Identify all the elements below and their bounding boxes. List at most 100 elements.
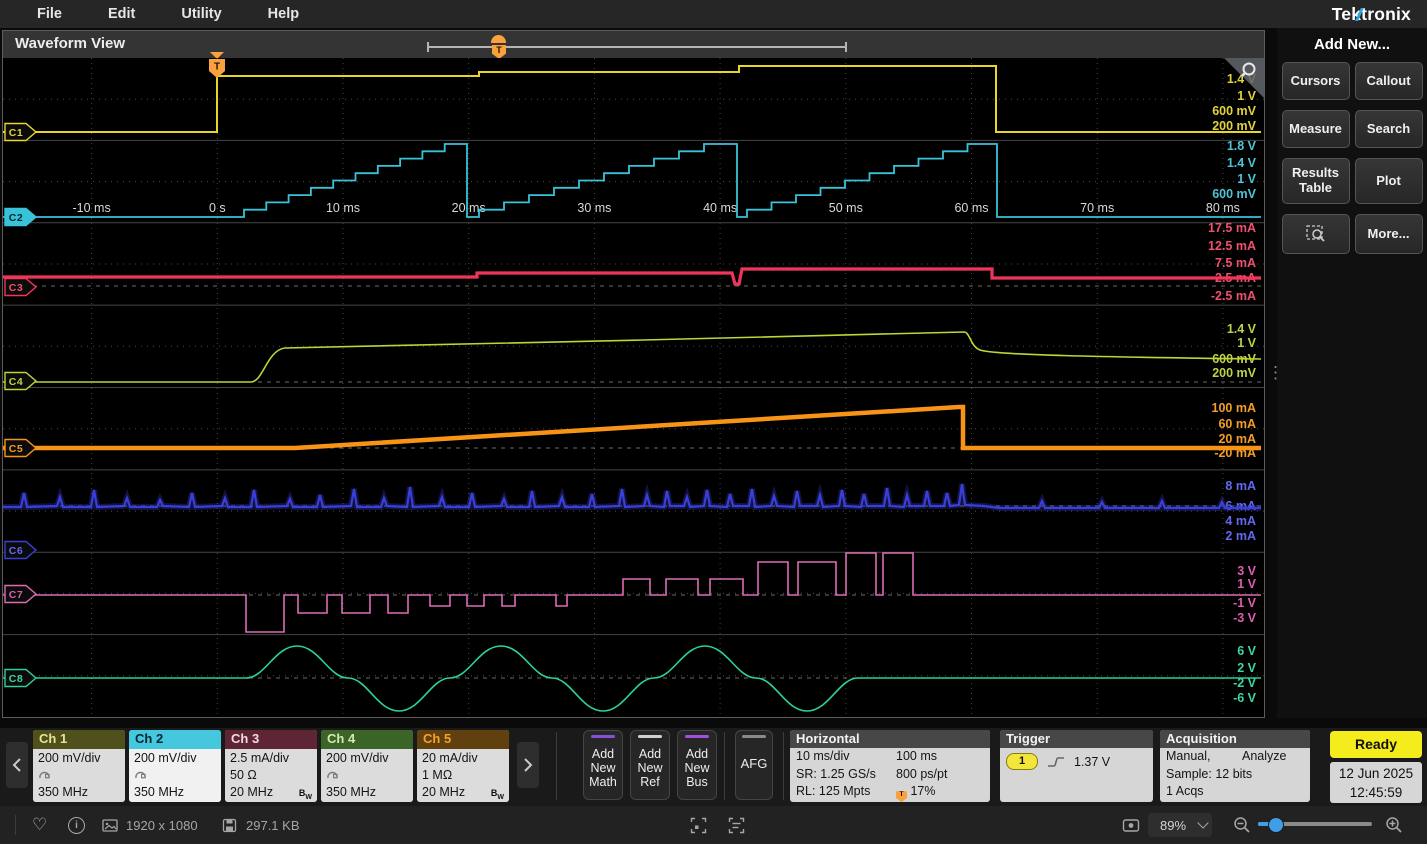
add-new-channel-buttons: AddNewMathAddNewRefAddNewBus — [583, 730, 717, 800]
c1-trace — [3, 66, 1261, 132]
chevron-down-icon — [1197, 817, 1208, 828]
channel-bandwidth: 350 MHz — [326, 784, 408, 801]
image-icon — [102, 806, 118, 844]
channel-scale: 200 mV/div — [326, 750, 408, 767]
channel-tag-c4[interactable]: C4 — [5, 373, 36, 390]
add-new-search-button[interactable]: Search — [1355, 110, 1423, 148]
resolution-text: 1920 x 1080 — [126, 806, 198, 844]
trigger-position-icon: T — [896, 791, 907, 802]
afg-label: AFG — [741, 756, 768, 771]
waveform-traces-layer: C1 C2 C3 C4 C5 C6 C7 C8 T — [3, 58, 1264, 717]
ready-status-button[interactable]: Ready — [1330, 731, 1422, 758]
horizontal-record-length: RL: 125 Mpts — [796, 783, 896, 802]
channel-tag-c1[interactable]: C1 — [5, 124, 36, 141]
channel-tag-c7[interactable]: C7 — [5, 586, 36, 603]
svg-text:C7: C7 — [9, 589, 23, 601]
control-bar: Ch 1200 mV/div350 MHzCh 2200 mV/div350 M… — [0, 728, 1427, 806]
channel-probe — [326, 767, 408, 784]
text-scan-icon — [728, 817, 745, 834]
channel-tag-c6[interactable]: C6 — [5, 542, 36, 559]
file-size-text: 297.1 KB — [246, 806, 300, 844]
add-new-measure-button[interactable]: Measure — [1282, 110, 1350, 148]
horizontal-panel-title: Horizontal — [790, 730, 990, 748]
add-new-callout-button[interactable]: Callout — [1355, 62, 1423, 100]
channel-badge-ch2[interactable]: Ch 2200 mV/div350 MHz — [129, 730, 221, 802]
add-new-results-table-button[interactable]: Results Table — [1282, 158, 1350, 204]
add-new-ref-button[interactable]: AddNewRef — [630, 730, 670, 800]
add-new-plot-button[interactable]: Plot — [1355, 158, 1423, 204]
add-new-buttons: CursorsCalloutMeasureSearchResults Table… — [1277, 62, 1427, 204]
channel-badge-title: Ch 5 — [417, 730, 509, 749]
c5-trace — [3, 407, 1261, 448]
menu-utility[interactable]: Utility — [158, 6, 244, 22]
horizontal-position-bar[interactable] — [427, 46, 847, 48]
zoom-slider[interactable] — [1258, 822, 1372, 826]
fit-to-window-button[interactable] — [1122, 806, 1140, 844]
crop-button[interactable] — [690, 806, 707, 844]
rising-edge-icon — [1046, 755, 1066, 769]
c4-trace — [3, 332, 1261, 382]
acquisition-count: 1 Acqs — [1166, 783, 1304, 801]
zoom-percent-dropdown[interactable]: 89% — [1148, 813, 1212, 837]
channel-probe — [134, 767, 216, 784]
chevron-right-icon — [523, 757, 533, 773]
trigger-panel[interactable]: Trigger 1 1.37 V — [1000, 730, 1153, 802]
horizontal-window: 100 ms — [896, 748, 984, 766]
channel-bandwidth: 350 MHz — [38, 784, 120, 801]
channel-tag-c2[interactable]: C2 — [5, 209, 36, 226]
channel-tag-c8[interactable]: C8 — [5, 670, 36, 687]
afg-button[interactable]: AFG — [735, 730, 773, 800]
channel-badge-ch3[interactable]: Ch 32.5 mA/div50 Ω20 MHzBW — [225, 730, 317, 802]
info-button[interactable]: i — [68, 806, 85, 844]
menu-bar: FileEditUtilityHelp Tektronix — [0, 0, 1427, 28]
scroll-left-button[interactable] — [6, 742, 28, 788]
zoom-area-button[interactable] — [1282, 214, 1350, 254]
zoom-out-button[interactable] — [1233, 806, 1251, 844]
add-new-math-button[interactable]: AddNewMath — [583, 730, 623, 800]
menu-file[interactable]: File — [14, 6, 85, 22]
horizontal-resolution: 800 ps/pt — [896, 766, 984, 784]
horizontal-panel[interactable]: Horizontal 10 ms/div 100 ms SR: 1.25 GS/… — [790, 730, 990, 802]
tektronix-logo: Tektronix — [1332, 4, 1411, 25]
save-icon — [222, 806, 237, 844]
scroll-right-button[interactable] — [517, 742, 539, 788]
menu-edit[interactable]: Edit — [85, 6, 158, 22]
zoom-in-button[interactable] — [1385, 806, 1403, 844]
svg-text:C3: C3 — [9, 282, 23, 294]
channel-badge-ch5[interactable]: Ch 520 mA/div1 MΩ20 MHzBW — [417, 730, 509, 802]
more-button[interactable]: More... — [1355, 214, 1423, 254]
acquisition-panel[interactable]: Acquisition Manual, Analyze Sample: 12 b… — [1160, 730, 1310, 802]
trigger-position-bar-icon[interactable]: T — [492, 45, 506, 59]
zoom-area-icon — [1304, 223, 1328, 245]
text-scan-button[interactable] — [728, 806, 745, 844]
zoom-percent-value: 89% — [1160, 818, 1186, 833]
svg-text:T: T — [214, 62, 220, 73]
c7-trace — [3, 553, 1261, 632]
channel-scale: 200 mV/div — [134, 750, 216, 767]
horizontal-position-marker[interactable] — [491, 35, 506, 43]
heart-icon: ♡ — [32, 815, 47, 835]
channel-tag-c5[interactable]: C5 — [5, 440, 36, 457]
add-new-cursors-button[interactable]: Cursors — [1282, 62, 1350, 100]
datetime-box: 12 Jun 2025 12:45:59 — [1330, 762, 1422, 803]
channel-badge-ch1[interactable]: Ch 1200 mV/div350 MHz — [33, 730, 125, 802]
add-new-bus-button[interactable]: AddNewBus — [677, 730, 717, 800]
separator — [724, 732, 725, 800]
waveform-grid[interactable]: 1.4 V1 V600 mV200 mV1.8 V1.4 V1 V600 mV1… — [3, 58, 1264, 717]
probe-icon — [38, 768, 51, 779]
c3-trace — [3, 269, 1261, 284]
chevron-left-icon — [12, 757, 22, 773]
crop-icon — [690, 817, 707, 834]
zoom-slider-handle[interactable] — [1268, 817, 1284, 833]
channel-termination: 1 MΩ — [422, 767, 504, 784]
waveform-view-header: Waveform View T — [3, 31, 1264, 58]
favorite-button[interactable]: ♡ — [32, 806, 47, 844]
channel-badge-title: Ch 4 — [321, 730, 413, 749]
svg-text:C1: C1 — [9, 127, 23, 139]
horizontal-position-percent: 17% — [910, 784, 935, 798]
channel-bandwidth: 350 MHz — [134, 784, 216, 801]
channel-tag-c3[interactable]: C3 — [5, 279, 36, 296]
menu-help[interactable]: Help — [245, 6, 322, 22]
svg-text:C8: C8 — [9, 673, 23, 685]
channel-badge-ch4[interactable]: Ch 4200 mV/div 350 MHz — [321, 730, 413, 802]
